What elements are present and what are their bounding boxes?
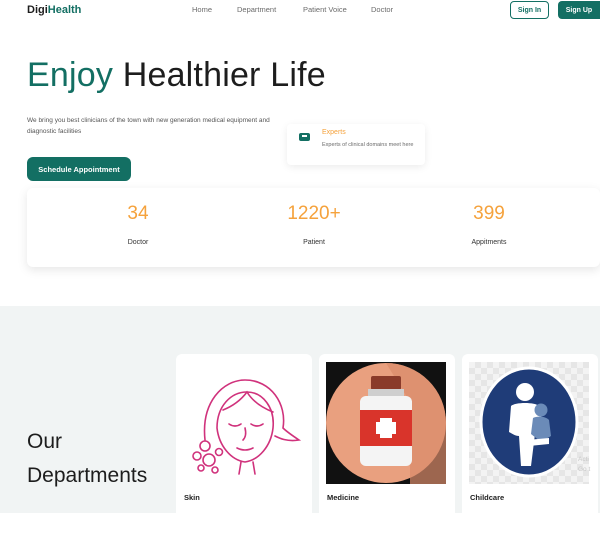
nav-link-department[interactable]: Department	[237, 5, 276, 14]
department-label-skin: Skin	[184, 493, 200, 502]
site-logo[interactable]: DigiHealth	[27, 4, 81, 16]
stats-panel: 34 Doctor 1220+ Patient 399 Appitments	[27, 188, 600, 267]
stat-patient-count: 1220+	[287, 203, 341, 224]
department-label-medicine: Medicine	[327, 493, 360, 502]
sign-in-button[interactable]: Sign In	[510, 1, 549, 19]
stat-doctor-label: Doctor	[127, 239, 149, 246]
departments-heading: Our Departments	[27, 430, 148, 487]
department-label-childcare: Childcare	[470, 493, 505, 502]
experts-card-title: Experts	[322, 129, 346, 136]
top-navbar: DigiHealth Home Department Patient Voice…	[0, 0, 600, 22]
nav-link-patient-voice[interactable]: Patient Voice	[303, 5, 347, 14]
nav-link-home[interactable]: Home	[192, 5, 212, 14]
department-card-skin[interactable]: Skin	[176, 354, 312, 513]
department-card-childcare[interactable]: Childcare	[462, 354, 598, 513]
experts-card: Experts Experts of clinical domains meet…	[287, 124, 425, 165]
certificate-icon	[299, 133, 310, 141]
stat-appointment-count: 399	[473, 203, 505, 224]
departments-section: Our Departments Skin Medicine Childcare …	[0, 306, 600, 513]
stat-doctor-count: 34	[127, 203, 149, 224]
experts-card-description: Experts of clinical domains meet here	[322, 142, 414, 148]
nav-link-doctor[interactable]: Doctor	[371, 5, 393, 14]
activation-watermark: Acti Go t	[578, 456, 591, 473]
sign-up-button[interactable]: Sign Up	[558, 1, 600, 19]
stat-appointment-label: Appitments	[471, 239, 507, 246]
hero-subtitle: We bring you best clinicians of the town…	[27, 117, 270, 136]
parent-child-icon	[469, 362, 589, 484]
skin-face-icon	[183, 362, 303, 484]
medicine-bottle-icon	[326, 362, 446, 484]
stat-patient-label: Patient	[303, 239, 325, 246]
schedule-appointment-button[interactable]: Schedule Appointment	[27, 157, 131, 181]
department-card-medicine[interactable]: Medicine	[319, 354, 455, 513]
hero-title: Enjoy Healthier Life	[27, 56, 326, 94]
